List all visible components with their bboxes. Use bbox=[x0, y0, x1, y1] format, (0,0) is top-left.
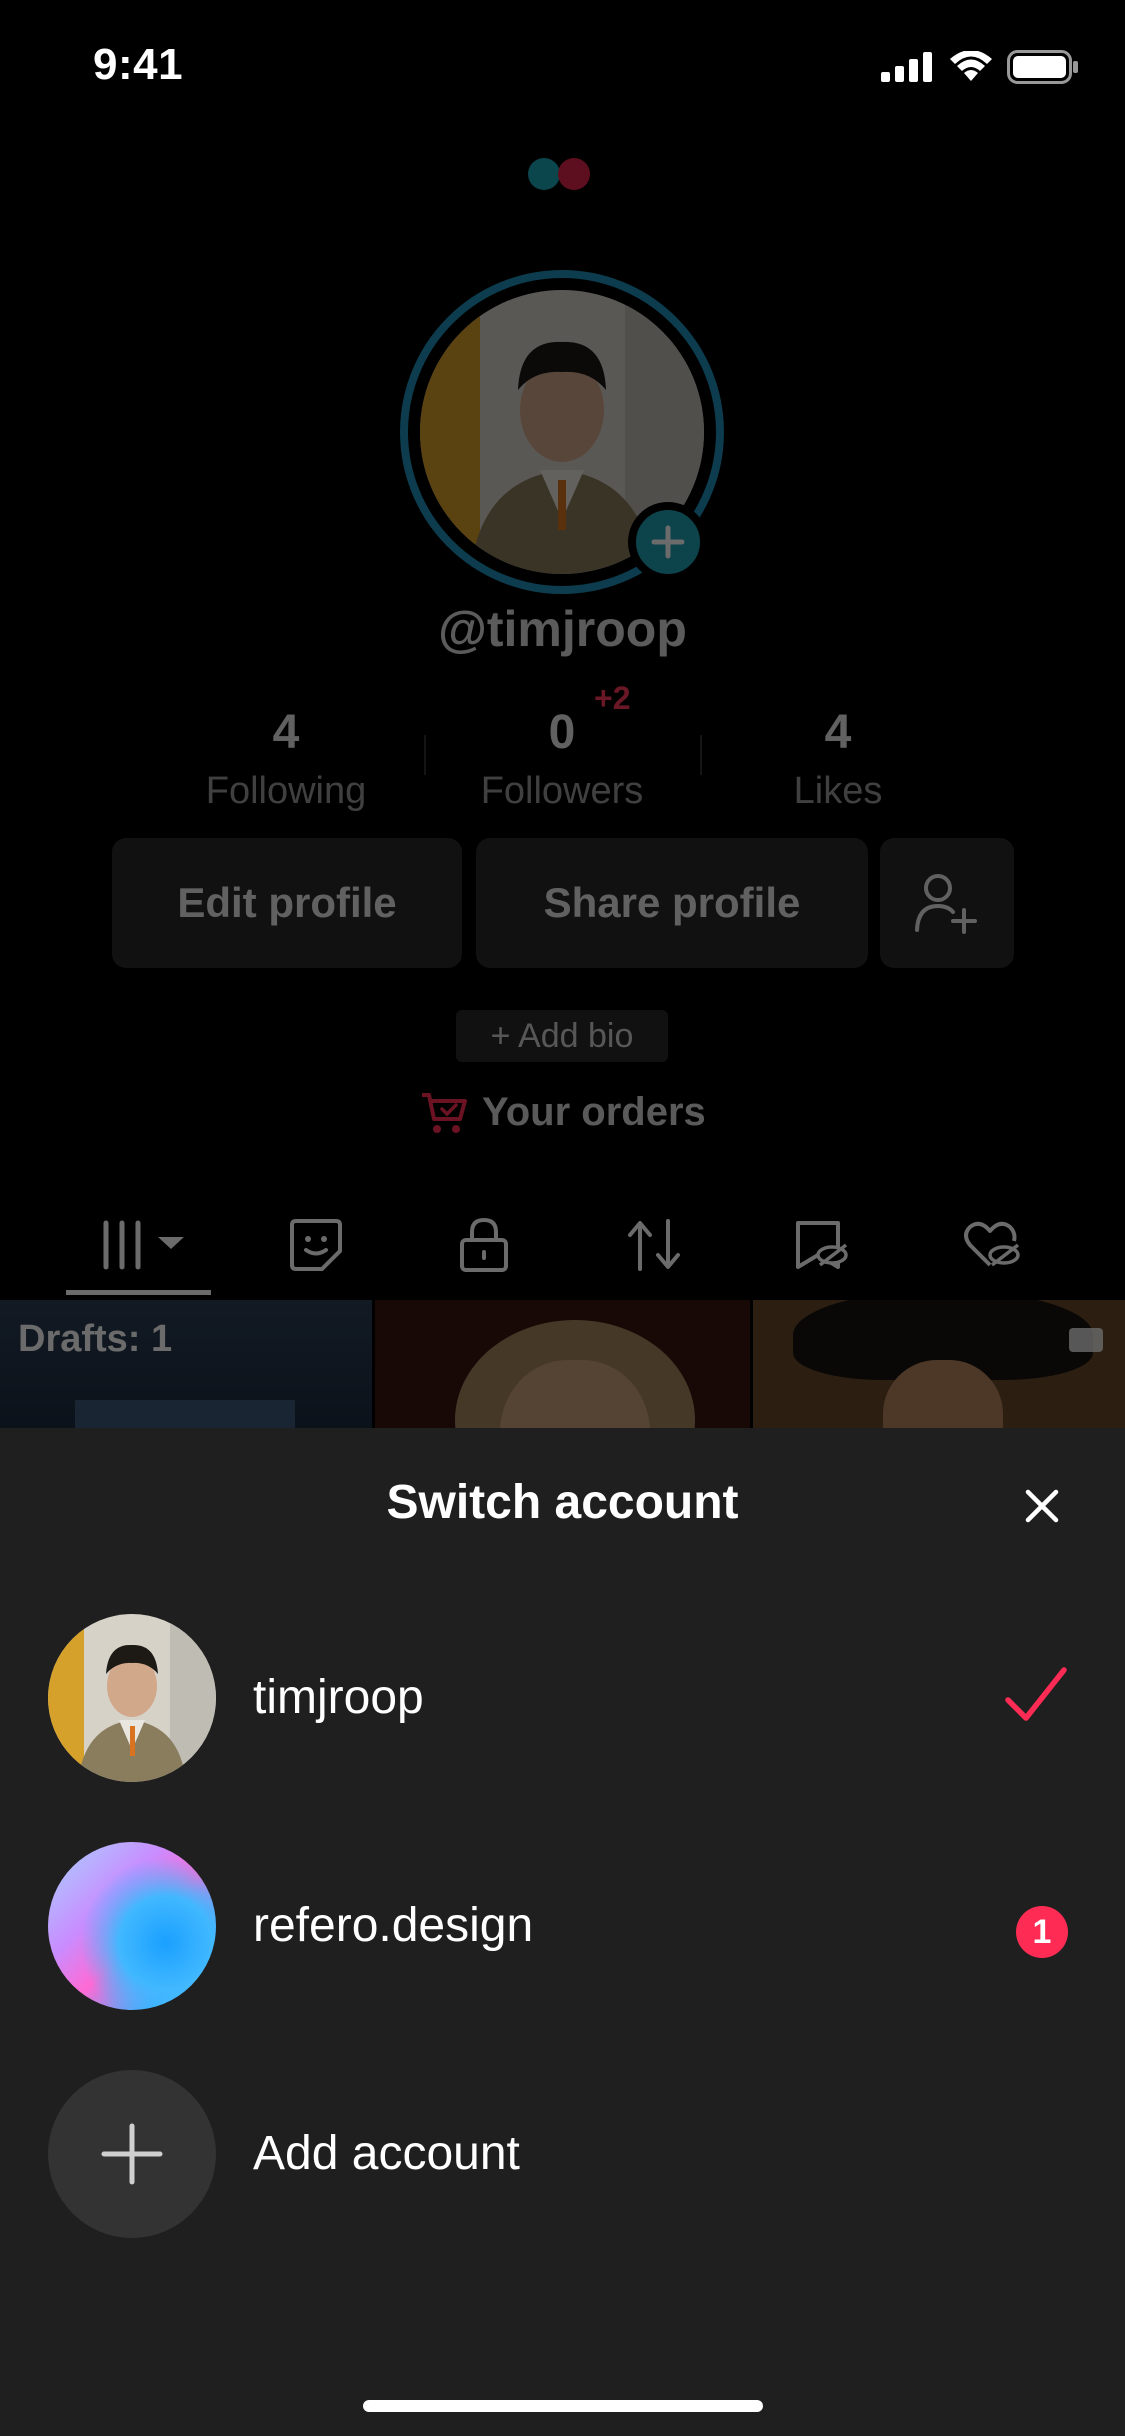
drafts-label: Drafts: 1 bbox=[18, 1318, 173, 1360]
add-friends-button[interactable] bbox=[880, 838, 1014, 968]
close-button[interactable] bbox=[1020, 1484, 1064, 1528]
video-tile[interactable] bbox=[753, 1300, 1125, 1440]
account-avatar bbox=[48, 1614, 216, 1782]
home-indicator bbox=[363, 2400, 763, 2412]
tab-liked[interactable] bbox=[952, 1210, 1032, 1280]
account-avatar bbox=[48, 1842, 216, 2010]
add-account-label: Add account bbox=[253, 2127, 520, 2180]
notification-badge: 1 bbox=[1016, 1906, 1068, 1958]
stat-followers[interactable]: 0 Followers bbox=[422, 705, 702, 813]
status-time: 9:41 bbox=[93, 40, 184, 89]
add-account-row[interactable]: Add account bbox=[0, 2054, 1125, 2254]
cart-icon bbox=[422, 1092, 467, 1133]
stat-likes-label: Likes bbox=[793, 770, 883, 812]
repost-icon bbox=[628, 1219, 680, 1271]
sticker-smile-icon bbox=[290, 1219, 342, 1271]
grid-columns-icon bbox=[103, 1220, 184, 1270]
hidden-heart-icon bbox=[964, 1221, 1020, 1267]
status-icons bbox=[881, 50, 1079, 84]
profile-username: @timjroop bbox=[438, 601, 687, 657]
your-orders-label: Your orders bbox=[482, 1090, 706, 1134]
plus-icon bbox=[101, 2123, 163, 2185]
wifi-icon bbox=[950, 51, 992, 81]
pinned-icon bbox=[1069, 1328, 1103, 1352]
tab-stickers[interactable] bbox=[276, 1210, 356, 1280]
tab-private[interactable] bbox=[444, 1210, 524, 1280]
add-bio-button[interactable]: + Add bio bbox=[456, 1010, 668, 1062]
stat-followers-label: Followers bbox=[480, 770, 644, 812]
cellular-signal-icon bbox=[881, 52, 932, 82]
add-account-circle bbox=[48, 2070, 216, 2238]
app-logo-icon bbox=[528, 158, 590, 190]
tab-favorites[interactable] bbox=[782, 1210, 862, 1280]
account-name: timjroop bbox=[253, 1671, 424, 1724]
add-user-icon bbox=[915, 874, 977, 934]
stat-following-value: 4 bbox=[272, 706, 300, 759]
tab-reposts[interactable] bbox=[614, 1210, 694, 1280]
video-tile[interactable] bbox=[375, 1300, 750, 1440]
stat-likes[interactable]: 4 Likes bbox=[698, 705, 978, 813]
account-row-refero-design[interactable]: refero.design bbox=[0, 1826, 1125, 2026]
hidden-bookmark-icon bbox=[796, 1221, 848, 1269]
stat-following[interactable]: 4 Following bbox=[146, 705, 426, 813]
sheet-title: Switch account bbox=[386, 1476, 739, 1529]
share-profile-button[interactable]: Share profile bbox=[476, 838, 868, 968]
battery-icon bbox=[1007, 50, 1078, 84]
your-orders-link[interactable]: Your orders bbox=[420, 1090, 706, 1135]
add-story-button[interactable] bbox=[628, 502, 708, 582]
edit-profile-button[interactable]: Edit profile bbox=[112, 838, 462, 968]
close-icon bbox=[1025, 1489, 1059, 1523]
stat-followers-value: 0 bbox=[548, 706, 576, 759]
tab-videos[interactable] bbox=[95, 1210, 195, 1280]
lock-icon bbox=[460, 1217, 508, 1272]
account-name: refero.design bbox=[253, 1899, 534, 1952]
stat-following-label: Following bbox=[205, 770, 367, 812]
stat-likes-value: 4 bbox=[824, 706, 852, 759]
account-row-timjroop[interactable]: timjroop bbox=[0, 1598, 1125, 1798]
checkmark-icon bbox=[1005, 1667, 1067, 1721]
active-tab-indicator bbox=[66, 1290, 211, 1295]
plus-icon bbox=[651, 525, 685, 559]
